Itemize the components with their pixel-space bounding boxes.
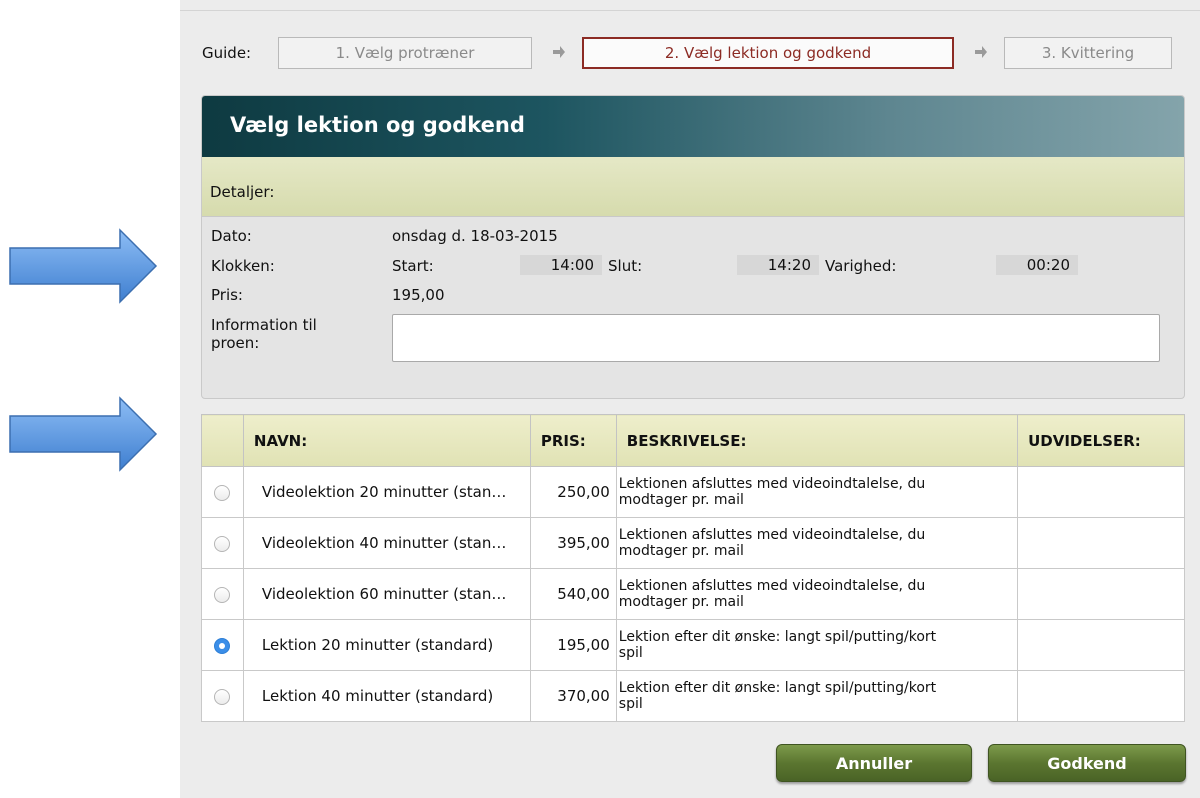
header-extensions: UDVIDELSER: xyxy=(1017,414,1185,467)
lesson-name: Videolektion 20 minutter (stan… xyxy=(242,466,531,518)
price-value: 195,00 xyxy=(392,286,445,304)
lesson-description: Lektion efter dit ønske: langt spil/putt… xyxy=(615,619,1019,671)
lesson-name: Lektion 40 minutter (standard) xyxy=(242,670,531,722)
table-row[interactable]: Videolektion 60 minutter (stan… 540,00 Lek… xyxy=(201,568,1185,620)
header-description: BESKRIVELSE: xyxy=(615,414,1019,467)
description-line: modtager pr. mail xyxy=(618,492,744,508)
lesson-name: Videolektion 60 minutter (stan… xyxy=(242,568,531,620)
description-line: Lektion efter dit ønske: langt spil/putt… xyxy=(618,629,937,645)
step-choose-lesson[interactable]: 2. Vælg lektion og godkend xyxy=(582,37,954,69)
description-line: Lektionen afsluttes med videoindtalelse,… xyxy=(618,476,926,492)
radio-cell[interactable] xyxy=(201,517,244,569)
lesson-name: Lektion 20 minutter (standard) xyxy=(242,619,531,671)
step-receipt[interactable]: 3. Kvittering xyxy=(1004,37,1172,69)
info-label-line: proen: xyxy=(211,334,260,352)
lesson-extensions xyxy=(1017,517,1185,569)
lesson-radio[interactable] xyxy=(214,535,231,552)
table-row[interactable]: Videolektion 20 minutter (stan… 250,00 Lek… xyxy=(201,466,1185,518)
info-label-line: Information til xyxy=(211,316,317,334)
description-line: spil xyxy=(618,696,643,712)
header-name: NAVN: xyxy=(242,414,531,467)
lesson-extensions xyxy=(1017,466,1185,518)
arrow-right-icon xyxy=(9,396,158,472)
header-select xyxy=(201,414,244,467)
lesson-panel: Vælg lektion og godkend Detaljer: Dato: … xyxy=(201,95,1185,399)
start-label: Start: xyxy=(392,257,434,275)
description-line: Lektionen afsluttes med videoindtalelse,… xyxy=(618,527,926,543)
lessons-table: NAVN: PRIS: BESKRIVELSE: UDVIDELSER: Vid… xyxy=(201,414,1185,722)
radio-cell[interactable] xyxy=(201,466,244,518)
lesson-price: 370,00 xyxy=(529,670,617,722)
lesson-extensions xyxy=(1017,568,1185,620)
description-line: modtager pr. mail xyxy=(618,594,744,610)
lesson-price: 540,00 xyxy=(529,568,617,620)
end-label: Slut: xyxy=(608,257,643,275)
radio-cell[interactable] xyxy=(201,619,244,671)
page-title: Vælg lektion og godkend xyxy=(202,96,1184,157)
top-divider xyxy=(180,10,1200,11)
guide-label: Guide: xyxy=(202,44,252,62)
lesson-name: Videolektion 40 minutter (stan… xyxy=(242,517,531,569)
duration-label: Varighed: xyxy=(825,257,897,275)
table-row[interactable]: Lektion 40 minutter (standard) 370,00 Lekt… xyxy=(201,670,1185,722)
wizard-guide: Guide: 1. Vælg protræner 2. Vælg lektion… xyxy=(202,37,1172,69)
lesson-radio[interactable] xyxy=(214,688,231,705)
header-price: PRIS: xyxy=(529,414,617,467)
radio-cell[interactable] xyxy=(201,568,244,620)
cancel-button[interactable]: Annuller xyxy=(776,744,972,782)
arrow-right-icon xyxy=(975,46,987,58)
step-choose-trainer[interactable]: 1. Vælg protræner xyxy=(278,37,532,69)
lesson-radio[interactable] xyxy=(214,637,231,654)
arrow-right-icon xyxy=(9,228,158,304)
lesson-description: Lektionen afsluttes med videoindtalelse,… xyxy=(615,568,1019,620)
lesson-extensions xyxy=(1017,670,1185,722)
description-line: spil xyxy=(618,645,643,661)
info-label: Information til proen: xyxy=(211,316,317,352)
duration-value: 00:20 xyxy=(996,255,1078,275)
description-line: Lektionen afsluttes med videoindtalelse,… xyxy=(618,578,926,594)
lesson-radio[interactable] xyxy=(214,586,231,603)
description-line: Lektion efter dit ønske: langt spil/putt… xyxy=(618,680,937,696)
lesson-description: Lektionen afsluttes med videoindtalelse,… xyxy=(615,466,1019,518)
approve-button[interactable]: Godkend xyxy=(988,744,1186,782)
table-row[interactable]: Videolektion 40 minutter (stan… 395,00 Lek… xyxy=(201,517,1185,569)
table-header-row: NAVN: PRIS: BESKRIVELSE: UDVIDELSER: xyxy=(201,414,1185,467)
details-header: Detaljer: xyxy=(202,157,1184,217)
lesson-price: 195,00 xyxy=(529,619,617,671)
date-value: onsdag d. 18-03-2015 xyxy=(392,227,558,245)
arrow-right-icon xyxy=(553,46,565,58)
lesson-price: 250,00 xyxy=(529,466,617,518)
date-label: Dato: xyxy=(211,227,252,245)
description-line: modtager pr. mail xyxy=(618,543,744,559)
time-label: Klokken: xyxy=(211,257,275,275)
lesson-description: Lektion efter dit ønske: langt spil/putt… xyxy=(615,670,1019,722)
start-time-value: 14:00 xyxy=(520,255,602,275)
end-time-value: 14:20 xyxy=(737,255,819,275)
table-row[interactable]: Lektion 20 minutter (standard) 195,00 Lekt… xyxy=(201,619,1185,671)
lesson-radio[interactable] xyxy=(214,484,231,501)
lesson-price: 395,00 xyxy=(529,517,617,569)
info-to-pro-field[interactable] xyxy=(392,314,1160,362)
lesson-description: Lektionen afsluttes med videoindtalelse,… xyxy=(615,517,1019,569)
price-label: Pris: xyxy=(211,286,243,304)
lesson-extensions xyxy=(1017,619,1185,671)
radio-cell[interactable] xyxy=(201,670,244,722)
